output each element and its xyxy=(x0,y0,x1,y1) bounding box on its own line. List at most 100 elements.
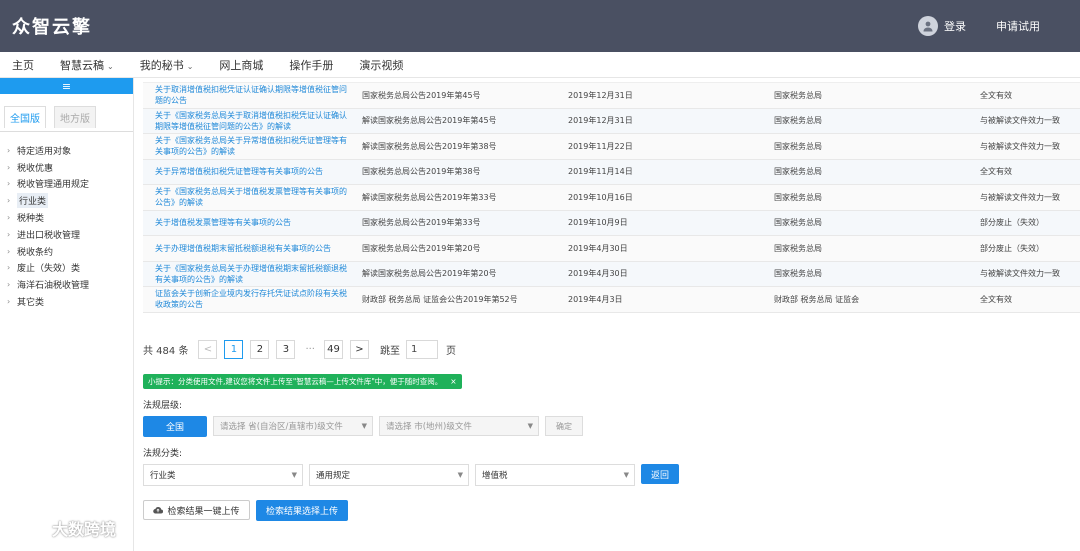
apply-trial-link[interactable]: 申请试用 xyxy=(996,18,1040,34)
doc-status: 部分废止（失效） xyxy=(980,243,1044,253)
goto-page-input[interactable]: 1 xyxy=(406,340,438,359)
tree-item[interactable]: › 其它类 xyxy=(0,293,133,310)
doc-title-link[interactable]: 关于《国家税务总局关于增值税发票管理等有关事项的公告》的解读 xyxy=(143,186,350,208)
app-logo[interactable]: 众智云擎 xyxy=(12,13,92,39)
back-button[interactable]: 返回 xyxy=(641,464,679,484)
chevron-down-icon: ⌄ xyxy=(107,61,114,71)
close-icon[interactable]: × xyxy=(450,377,456,386)
confirm-button[interactable]: 确定 xyxy=(545,416,583,436)
tab-national[interactable]: 全国版 xyxy=(4,106,46,128)
page-1-button[interactable]: 1 xyxy=(224,340,244,359)
category-select-1-text: 行业类 xyxy=(150,471,176,481)
tree-item[interactable]: › 税收管理通用规定 xyxy=(0,176,133,193)
tree-item[interactable]: › 废止（失效）类 xyxy=(0,260,133,277)
doc-number: 国家税务总局公告2019年第20号 xyxy=(362,243,481,253)
watermark: 大数跨境 xyxy=(8,516,116,540)
prev-page-button[interactable]: < xyxy=(198,340,218,359)
chevron-right-icon: › xyxy=(7,213,11,223)
chevron-right-icon: › xyxy=(7,297,11,307)
top-header: 众智云擎 登录 申请试用 xyxy=(0,0,1080,52)
chevron-down-icon: ⌄ xyxy=(186,61,194,71)
doc-date: 2019年10月9日 xyxy=(568,218,628,228)
tree-item-label: 海洋石油税收管理 xyxy=(17,281,90,292)
doc-title-link[interactable]: 关于取消增值税扣税凭证认证确认期限等增值税征管问题的公告 xyxy=(143,84,350,106)
tip-banner: 小提示：分类使用文件,建议您将文件上传至"智慧云稿—上传文件库"中，便于随时查阅… xyxy=(143,374,462,389)
watermark-text: 大数跨境 xyxy=(52,520,117,539)
doc-issuer: 国家税务总局 xyxy=(774,90,822,100)
table-row: 关于取消增值税扣税凭证认证确认期限等增值税征管问题的公告 国家税务总局公告2019… xyxy=(143,83,1080,109)
tree-item[interactable]: › 税收条约 xyxy=(0,243,133,260)
doc-title-link[interactable]: 关于《国家税务总局关于异常增值税扣税凭证管理等有关事项的公告》的解读 xyxy=(143,135,350,157)
nav-online-mall[interactable]: 网上商城 xyxy=(219,57,263,73)
doc-issuer: 国家税务总局 xyxy=(774,167,822,177)
doc-number: 财政部 税务总局 证监会公告2019年第52号 xyxy=(362,294,518,304)
tree-item[interactable]: › 进出口税收管理 xyxy=(0,226,133,243)
chevron-right-icon: › xyxy=(7,263,11,273)
nav-smart-cloud[interactable]: 智慧云稿 ⌄ xyxy=(60,57,114,73)
page-3-button[interactable]: 3 xyxy=(276,340,296,359)
nav-smart-cloud-label: 智慧云稿 xyxy=(60,58,104,72)
doc-number: 国家税务总局公告2019年第38号 xyxy=(362,167,481,177)
doc-title-link[interactable]: 关于办理增值税期末留抵税额退税有关事项的公告 xyxy=(143,243,350,254)
tree-item-selected[interactable]: › 行业类 xyxy=(0,192,133,209)
nav-demo-video-label: 演示视频 xyxy=(359,58,404,72)
doc-title-link[interactable]: 关于《国家税务总局关于办理增值税期末留抵税额退税有关事项的公告》的解读 xyxy=(143,263,350,285)
page-2-button[interactable]: 2 xyxy=(250,340,270,359)
nav-manual[interactable]: 操作手册 xyxy=(289,57,333,73)
doc-date: 2019年4月30日 xyxy=(568,269,628,279)
table-row: 关于办理增值税期末留抵税额退税有关事项的公告 国家税务总局公告2019年第20号 2… xyxy=(143,236,1080,262)
doc-title-link[interactable]: 关于《国家税务总局关于取消增值税扣税凭证认证确认期限等增值税征管问题的公告》的解… xyxy=(143,110,350,132)
tab-local[interactable]: 地方版 xyxy=(54,106,96,128)
nav-demo-video[interactable]: 演示视频 xyxy=(359,57,403,73)
dropdown-arrow-icon: ▼ xyxy=(361,422,367,430)
category-select-2[interactable]: 通用规定 ▼ xyxy=(309,464,469,486)
login-link[interactable]: 登录 xyxy=(944,18,966,34)
chevron-right-icon: › xyxy=(7,145,11,155)
user-avatar-icon[interactable] xyxy=(918,16,938,36)
tree-item[interactable]: › 税收优惠 xyxy=(0,159,133,176)
table-row: 关于增值税发票管理等有关事项的公告 国家税务总局公告2019年第33号 2019年1… xyxy=(143,210,1080,236)
nav-home[interactable]: 主页 xyxy=(12,57,34,73)
menu-icon[interactable]: ≡ xyxy=(0,78,133,94)
upload-selected-button[interactable]: 检索结果选择上传 xyxy=(256,500,348,521)
pagination-ellipsis[interactable]: ··· xyxy=(305,344,315,355)
nav-my-secretary[interactable]: 我的秘书 ⌄ xyxy=(140,57,194,73)
doc-title-link[interactable]: 证监会关于创新企业境内发行存托凭证试点阶段有关税收政策的公告 xyxy=(143,288,350,310)
tree-item-label: 废止（失效）类 xyxy=(17,264,81,275)
doc-status: 与被解读文件效力一致 xyxy=(980,116,1060,126)
tree-item-label: 其它类 xyxy=(17,298,45,309)
pagination: 共 484 条 < 1 2 3 ··· 49 > 跳至 1 页 xyxy=(143,340,456,359)
category-select-1[interactable]: 行业类 ▼ xyxy=(143,464,303,486)
doc-date: 2019年4月30日 xyxy=(568,243,628,253)
doc-number: 解读国家税务总局公告2019年第38号 xyxy=(362,141,497,151)
doc-issuer: 国家税务总局 xyxy=(774,218,822,228)
dropdown-arrow-icon: ▼ xyxy=(623,471,629,479)
category-tree: › 特定适用对象 › 税收优惠 › 税收管理通用规定 › 行业类 › 税种类 › 进出口税收… xyxy=(0,132,133,310)
doc-title-link[interactable]: 关于异常增值税扣税凭证管理等有关事项的公告 xyxy=(143,166,350,177)
doc-title-link[interactable]: 关于增值税发票管理等有关事项的公告 xyxy=(143,217,350,228)
doc-date: 2019年12月31日 xyxy=(568,116,633,126)
doc-issuer: 国家税务总局 xyxy=(774,192,822,202)
city-select[interactable]: 请选择 市(地州)级文件 ▼ xyxy=(379,416,539,436)
nav-online-mall-label: 网上商城 xyxy=(219,58,264,72)
last-page-button[interactable]: 49 xyxy=(324,340,343,359)
doc-issuer: 国家税务总局 xyxy=(774,243,822,253)
chevron-right-icon: › xyxy=(7,196,11,206)
province-select[interactable]: 请选择 省(自治区/直辖市)级文件 ▼ xyxy=(213,416,373,436)
tree-item[interactable]: › 特定适用对象 xyxy=(0,142,133,159)
tree-item[interactable]: › 税种类 xyxy=(0,209,133,226)
page-unit-label: 页 xyxy=(446,346,456,357)
header-actions: 登录 申请试用 xyxy=(918,0,1040,52)
tip-text: 小提示：分类使用文件,建议您将文件上传至"智慧云稿—上传文件库"中，便于随时查阅… xyxy=(148,377,443,386)
chevron-right-icon: › xyxy=(7,229,11,239)
category-select-3[interactable]: 增值税 ▼ xyxy=(475,464,635,486)
table-row: 关于《国家税务总局关于增值税发票管理等有关事项的公告》的解读 解读国家税务总局公告… xyxy=(143,185,1080,211)
national-button[interactable]: 全国 xyxy=(143,416,207,437)
table-row: 关于《国家税务总局关于异常增值税扣税凭证管理等有关事项的公告》的解读 解读国家税务… xyxy=(143,134,1080,160)
doc-status: 与被解读文件效力一致 xyxy=(980,269,1060,279)
upload-all-button[interactable]: 检索结果一键上传 xyxy=(143,500,250,520)
tree-item[interactable]: › 海洋石油税收管理 xyxy=(0,276,133,293)
next-page-button[interactable]: > xyxy=(350,340,369,359)
city-select-text: 请选择 市(地州)级文件 xyxy=(386,422,472,432)
category-label: 法规分类: xyxy=(143,449,183,459)
